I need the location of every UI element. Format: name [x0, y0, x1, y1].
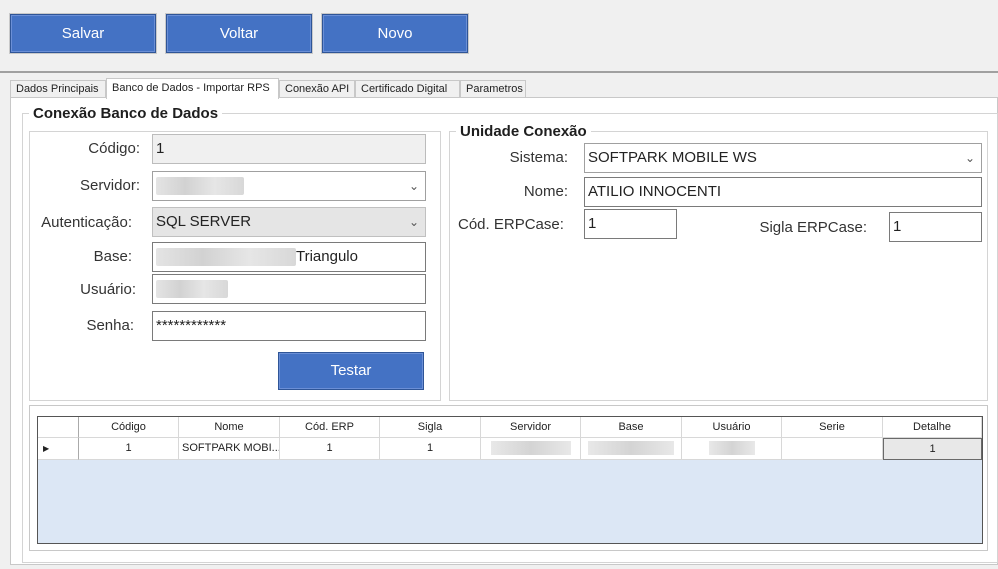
base-field[interactable]: Triangulo: [152, 242, 426, 272]
base-label: Base:: [93, 248, 132, 265]
sigla-erpcase-label: Sigla ERPCase:: [759, 219, 867, 236]
redacted-value: [588, 441, 674, 456]
column-header-detalhe[interactable]: Detalhe: [883, 417, 982, 438]
usuario-field[interactable]: [152, 274, 426, 304]
cell-usuario[interactable]: [682, 438, 782, 460]
autenticacao-label: Autenticação:: [41, 214, 132, 231]
senha-label: Senha:: [86, 317, 134, 334]
cell-servidor[interactable]: [481, 438, 581, 460]
tab-dados-principais[interactable]: Dados Principais: [10, 80, 106, 98]
sigla-erpcase-field[interactable]: 1: [889, 212, 982, 242]
redacted-value: [708, 441, 755, 456]
cell-cod-erp[interactable]: 1: [280, 438, 380, 460]
save-button[interactable]: Salvar: [9, 13, 157, 54]
db-connection-title: Conexão Banco de Dados: [29, 105, 223, 122]
chevron-down-icon: ⌄: [408, 215, 419, 229]
grid-corner: [38, 417, 79, 438]
cod-erpcase-label: Cód. ERPCase:: [458, 216, 564, 233]
codigo-label: Código:: [88, 140, 140, 157]
cell-detalhe[interactable]: 1: [883, 438, 982, 460]
chevron-down-icon: ⌄: [964, 151, 975, 165]
toolbar: Salvar Voltar Novo: [0, 0, 998, 72]
usuario-label: Usuário:: [80, 281, 136, 298]
new-button[interactable]: Novo: [321, 13, 469, 54]
sistema-label: Sistema:: [509, 149, 568, 166]
grid-header-row: Código Nome Cód. ERP Sigla Servidor Base…: [38, 417, 982, 438]
table-row[interactable]: ▶ 1 SOFTPARK MOBI... 1 1 1: [38, 438, 982, 460]
toolbar-divider: [0, 71, 998, 73]
connections-grid[interactable]: Código Nome Cód. ERP Sigla Servidor Base…: [37, 416, 983, 544]
column-header-servidor[interactable]: Servidor: [481, 417, 581, 438]
servidor-label: Servidor:: [79, 177, 140, 194]
back-button[interactable]: Voltar: [165, 13, 313, 54]
column-header-usuario[interactable]: Usuário: [682, 417, 782, 438]
tab-certificado-digital[interactable]: Certificado Digital: [355, 80, 460, 98]
cell-serie[interactable]: [782, 438, 883, 460]
chevron-down-icon: ⌄: [408, 179, 419, 193]
cell-nome[interactable]: SOFTPARK MOBI...: [179, 438, 280, 460]
test-connection-button[interactable]: Testar: [278, 352, 424, 390]
redacted-value: [490, 441, 571, 456]
codigo-field[interactable]: 1: [152, 134, 426, 164]
cod-erpcase-field[interactable]: 1: [584, 209, 677, 239]
cell-sigla[interactable]: 1: [380, 438, 481, 460]
column-header-base[interactable]: Base: [581, 417, 682, 438]
sistema-value: SOFTPARK MOBILE WS: [588, 149, 757, 166]
base-value: Triangulo: [296, 248, 358, 265]
column-header-sigla[interactable]: Sigla: [380, 417, 481, 438]
column-header-cod-erp[interactable]: Cód. ERP: [280, 417, 380, 438]
column-header-codigo[interactable]: Código: [79, 417, 179, 438]
column-header-serie[interactable]: Serie: [782, 417, 883, 438]
redacted-value: [156, 248, 296, 267]
tab-parametros[interactable]: Parametros: [460, 80, 526, 98]
redacted-value: [156, 177, 244, 196]
senha-field[interactable]: ************: [152, 311, 426, 341]
autenticacao-combo[interactable]: SQL SERVER ⌄: [152, 207, 426, 237]
sistema-combo[interactable]: SOFTPARK MOBILE WS ⌄: [584, 143, 982, 173]
nome-field[interactable]: ATILIO INNOCENTI: [584, 177, 982, 207]
tab-banco-de-dados[interactable]: Banco de Dados - Importar RPS: [106, 78, 279, 99]
tab-conexao-api[interactable]: Conexão API: [279, 80, 355, 98]
nome-label: Nome:: [523, 183, 568, 200]
cell-base[interactable]: [581, 438, 682, 460]
unit-connection-title: Unidade Conexão: [456, 123, 591, 140]
servidor-combo[interactable]: ⌄: [152, 171, 426, 201]
column-header-nome[interactable]: Nome: [179, 417, 280, 438]
autenticacao-value: SQL SERVER: [156, 213, 252, 230]
redacted-value: [156, 280, 228, 299]
cell-codigo[interactable]: 1: [79, 438, 179, 460]
row-pointer-icon: ▶: [38, 438, 79, 460]
